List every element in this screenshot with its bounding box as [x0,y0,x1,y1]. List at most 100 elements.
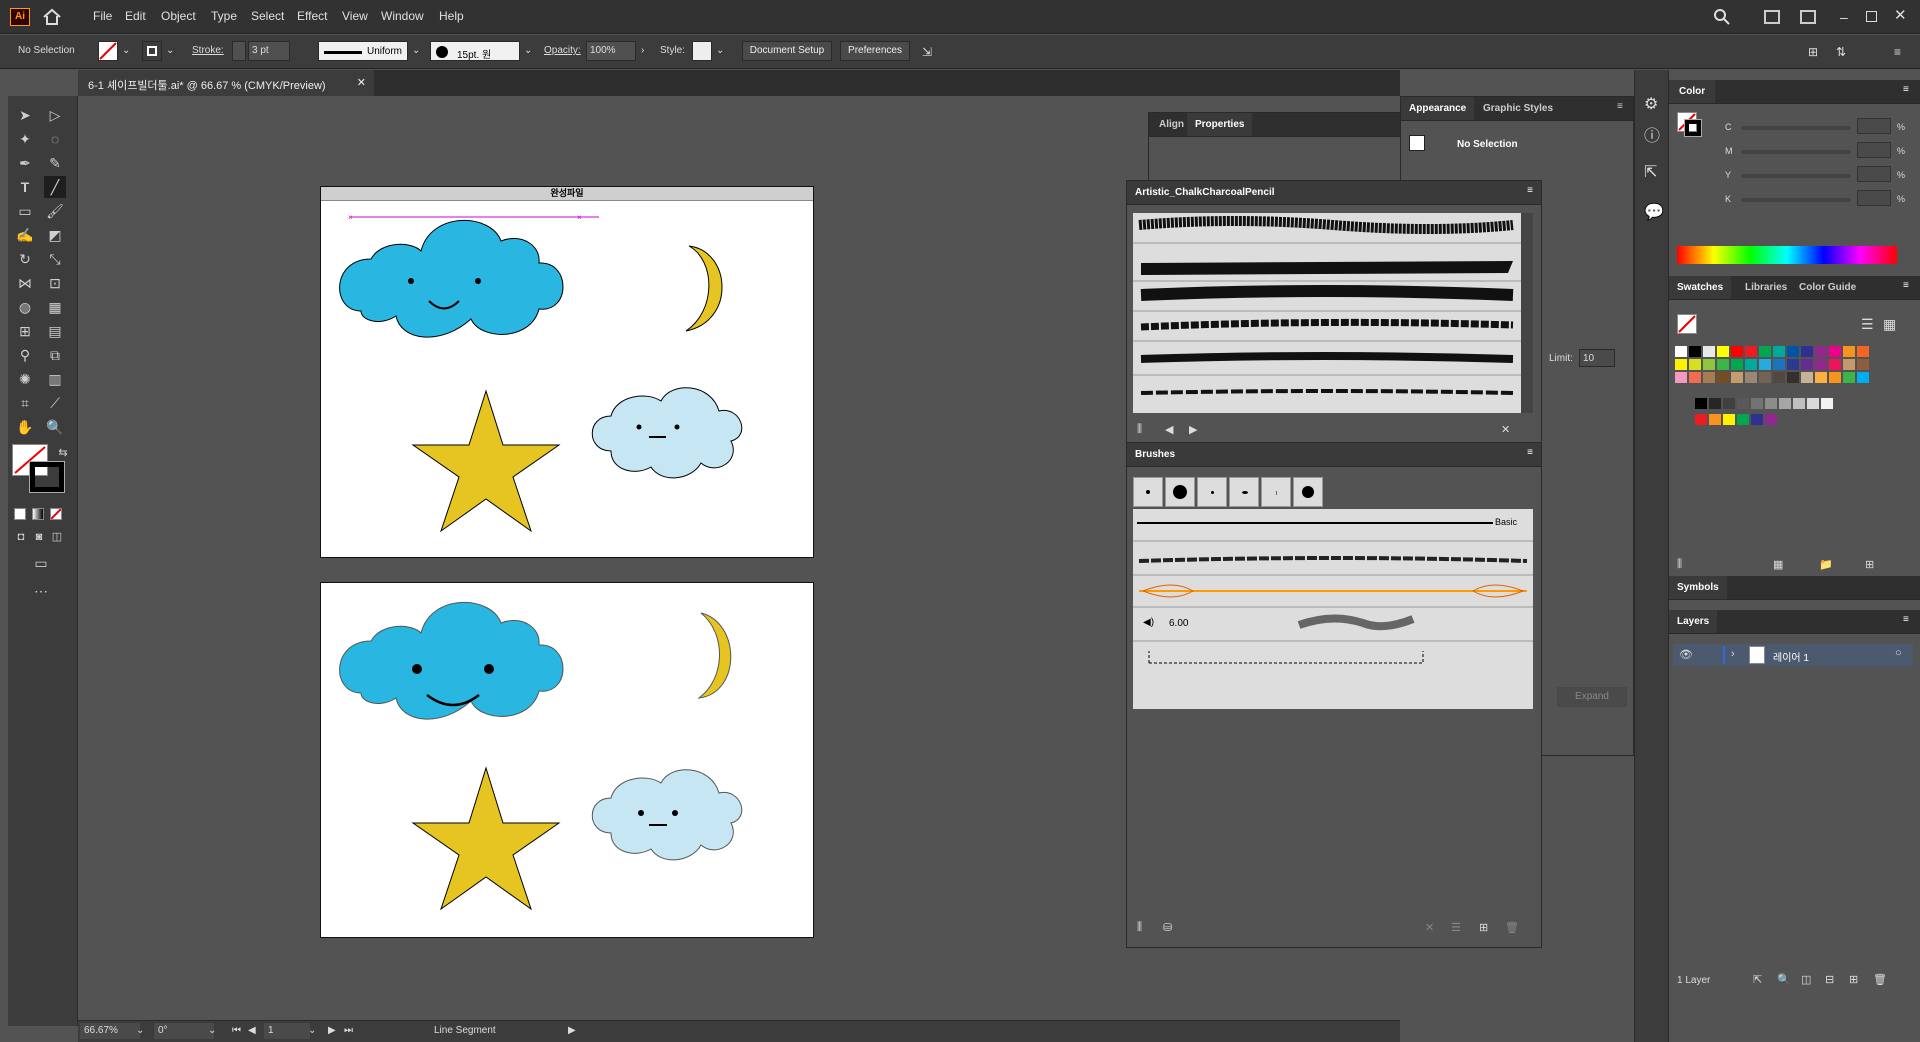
graph-tool-icon[interactable]: ▥ [44,368,66,390]
stroke-label[interactable]: Stroke: [192,45,224,56]
artboard-1[interactable]: 완성파일 × × [320,186,814,558]
next-library-icon[interactable]: ▶ [1189,423,1197,436]
blend-tool-icon[interactable]: ⧉ [44,344,66,366]
swatch[interactable] [1787,346,1799,357]
visibility-eye-icon[interactable]: 👁 [1679,648,1693,661]
tab-libraries[interactable]: Libraries [1745,282,1787,293]
rotation-dropdown-icon[interactable]: ⌄ [208,1025,216,1036]
color-menu-icon[interactable]: ≡ [1903,84,1909,95]
shaper-tool-icon[interactable]: ✍ [14,224,36,246]
scale-tool-icon[interactable]: ⤡ [44,248,66,270]
swatch[interactable] [1703,346,1715,357]
slice-tool-icon[interactable]: ⟋ [44,392,66,414]
close-icon[interactable]: ✕ [1894,6,1907,24]
preferences-button[interactable]: Preferences [840,41,910,61]
magic-wand-tool-icon[interactable]: ✦ [14,128,36,150]
stroke-weight-field[interactable]: 3 pt [248,41,290,61]
menu-file[interactable]: File [93,9,112,23]
delete-layer-icon[interactable]: 🗑 [1873,973,1887,986]
control-menu-icon[interactable]: ≡ [1894,45,1901,59]
swatch[interactable] [1773,359,1785,370]
artboard-2[interactable] [320,582,814,938]
tab-swatches[interactable]: Swatches [1669,276,1732,299]
layer-name[interactable]: 레이어 1 [1773,649,1809,664]
swatch[interactable] [1801,346,1813,357]
gray-swatch[interactable] [1751,398,1763,409]
symbol-sprayer-tool-icon[interactable]: ✺ [14,368,36,390]
new-color-group-icon[interactable]: 📁 [1819,558,1833,571]
brush-dot-large[interactable] [1165,477,1195,507]
new-swatch-icon[interactable]: ⊞ [1865,558,1874,571]
last-artboard-icon[interactable]: ⏭ [344,1025,353,1036]
clipping-mask-icon[interactable]: ◫ [1801,973,1811,986]
locate-object-icon[interactable]: 🔍 [1777,973,1791,986]
swatch[interactable] [1815,346,1827,357]
swatch[interactable] [1689,346,1701,357]
swatch[interactable] [1675,346,1687,357]
style-swatch[interactable] [692,41,712,61]
menu-window[interactable]: Window [381,9,424,23]
perspective-grid-tool-icon[interactable]: ▦ [44,296,66,318]
new-sublayer-icon[interactable]: ⊟ [1825,973,1834,986]
color-stroke-indicator[interactable] [1684,119,1702,137]
layer-row[interactable]: 👁 › 레이어 1 ○ [1673,644,1913,666]
gray-swatch[interactable] [1821,398,1833,409]
gradient-tool-icon[interactable]: ▤ [44,320,66,342]
swatch[interactable] [1759,359,1771,370]
swatch[interactable] [1843,346,1855,357]
menu-edit[interactable]: Edit [125,9,146,23]
document-close-icon[interactable]: ✕ [357,76,366,89]
eraser-tool-icon[interactable]: ◩ [44,224,66,246]
next-artboard-icon[interactable]: ▶ [328,1025,336,1036]
new-layer-icon[interactable]: ⊞ [1849,973,1858,986]
swatch[interactable] [1829,372,1841,383]
swatch[interactable] [1773,372,1785,383]
swatch[interactable] [1843,359,1855,370]
style-dropdown-icon[interactable]: ⌄ [716,45,724,56]
channel-c-field[interactable] [1857,118,1891,134]
line-segment-tool-icon[interactable]: ╱ [44,176,66,198]
swatch[interactable] [1745,372,1757,383]
channel-m-field[interactable] [1857,142,1891,158]
workspace-icon[interactable] [1800,10,1816,24]
swatch[interactable] [1815,372,1827,383]
tab-align[interactable]: Align [1159,119,1184,130]
swatch[interactable] [1759,372,1771,383]
zoom-field[interactable]: 66.67% [80,1023,140,1039]
tab-color-guide[interactable]: Color Guide [1799,282,1856,293]
appearance-menu-icon[interactable]: ≡ [1617,101,1623,112]
swatch[interactable] [1801,359,1813,370]
brush-dot-small[interactable] [1133,477,1163,507]
swap-colors-icon[interactable]: ⇆ [52,442,74,464]
swatch[interactable] [1717,359,1729,370]
brush-dot-tiny[interactable] [1197,477,1227,507]
menu-view[interactable]: View [342,9,368,23]
tab-properties[interactable]: Properties [1187,113,1253,136]
swatch[interactable] [1787,372,1799,383]
brush-dropdown-icon[interactable]: ⌄ [524,45,532,56]
opacity-field[interactable]: 100% [586,41,636,61]
zoom-tool-icon[interactable]: 🔍 [44,416,66,438]
pen-tool-icon[interactable]: ✒ [14,152,36,174]
remove-brush-stroke-icon[interactable]: ✕ [1425,921,1434,934]
paintbrush-tool-icon[interactable]: 🖌 [44,200,66,222]
group-swatch[interactable] [1709,414,1721,425]
tab-graphic-styles[interactable]: Graphic Styles [1483,103,1553,114]
swatch[interactable] [1689,372,1701,383]
symbols-panel-title[interactable]: Symbols [1669,576,1727,599]
swatch[interactable] [1703,372,1715,383]
stroke-dropdown-icon[interactable]: ⌄ [166,45,174,56]
group-swatch[interactable] [1723,414,1735,425]
menu-effect[interactable]: Effect [297,9,327,23]
rotate-tool-icon[interactable]: ↻ [14,248,36,270]
align-options-icon[interactable]: ⊞ [1808,45,1818,59]
channel-y-slider[interactable] [1741,174,1851,178]
previous-artboard-icon[interactable]: ◀ [248,1025,256,1036]
maximize-icon[interactable] [1866,11,1877,22]
collect-export-icon[interactable]: ⇱ [1753,973,1762,986]
gray-swatch[interactable] [1807,398,1819,409]
channel-m-slider[interactable] [1741,150,1851,154]
previous-library-icon[interactable]: ◀ [1165,423,1173,436]
fill-dropdown-icon[interactable]: ⌄ [122,45,130,56]
swatch[interactable] [1815,359,1827,370]
